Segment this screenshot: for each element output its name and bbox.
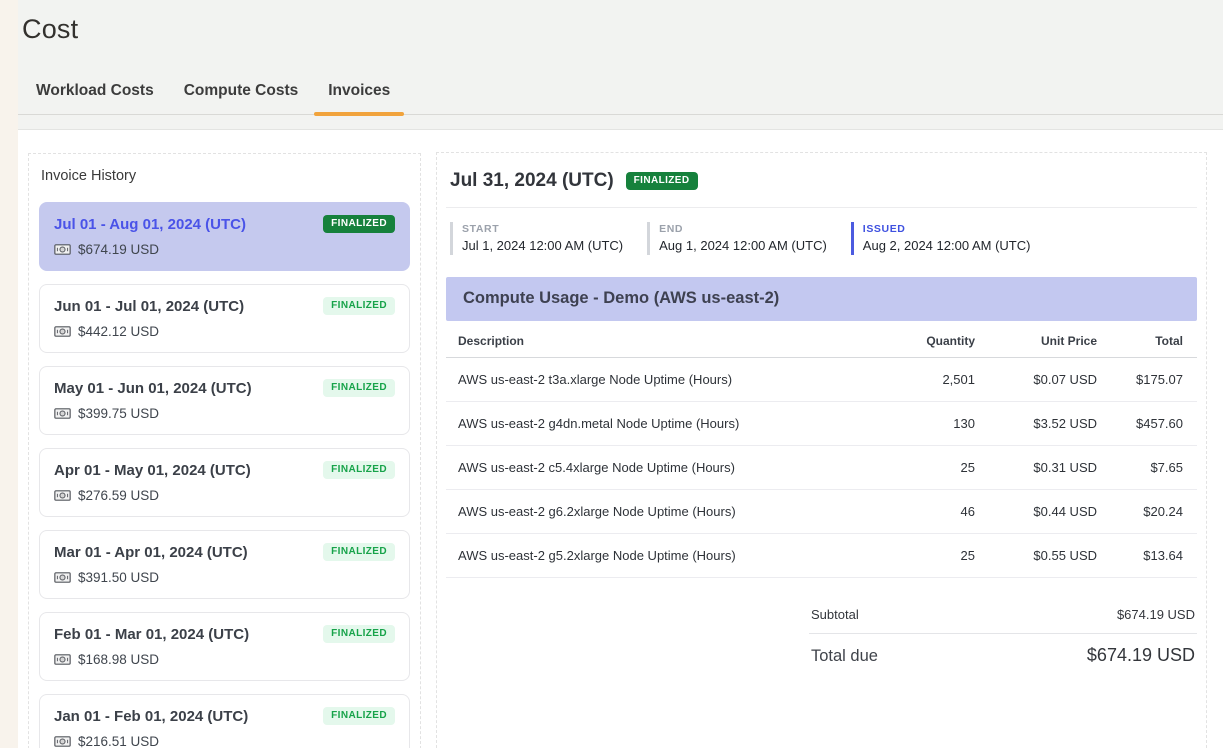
banknote-icon [54, 571, 71, 584]
invoice-detail-title: Jul 31, 2024 (UTC) [450, 170, 614, 192]
invoice-period: Feb 01 - Mar 01, 2024 (UTC) [54, 626, 249, 643]
cell-quantity: 25 [851, 446, 979, 490]
cell-quantity: 46 [851, 490, 979, 534]
invoice-period: Mar 01 - Apr 01, 2024 (UTC) [54, 544, 248, 561]
invoice-period: Jul 01 - Aug 01, 2024 (UTC) [54, 216, 246, 233]
totals-block: Subtotal $674.19 USD Total due $674.19 U… [809, 596, 1197, 677]
invoice-card-jan[interactable]: Jan 01 - Feb 01, 2024 (UTC) FINALIZED $2… [39, 694, 410, 748]
cell-total: $175.07 [1101, 358, 1197, 402]
status-badge: FINALIZED [626, 172, 698, 190]
subtotal-value: $674.19 USD [1117, 607, 1195, 622]
window-edge-strip [0, 0, 18, 748]
invoice-card-feb[interactable]: Feb 01 - Mar 01, 2024 (UTC) FINALIZED $1… [39, 612, 410, 681]
cell-description: AWS us-east-2 t3a.xlarge Node Uptime (Ho… [446, 358, 851, 402]
invoice-history-panel: Invoice History Jul 01 - Aug 01, 2024 (U… [28, 153, 421, 748]
banknote-icon [54, 489, 71, 502]
invoice-history-title: Invoice History [41, 168, 410, 184]
meta-start-value: Jul 1, 2024 12:00 AM (UTC) [462, 238, 623, 253]
page-title: Cost [22, 14, 78, 45]
invoice-amount: $391.50 USD [78, 570, 159, 585]
table-row: AWS us-east-2 g6.2xlarge Node Uptime (Ho… [446, 490, 1197, 534]
col-quantity: Quantity [851, 321, 979, 358]
invoice-card-mar[interactable]: Mar 01 - Apr 01, 2024 (UTC) FINALIZED $3… [39, 530, 410, 599]
invoice-amount: $674.19 USD [78, 242, 159, 257]
invoice-amount: $399.75 USD [78, 406, 159, 421]
tab-workload-costs[interactable]: Workload Costs [22, 82, 168, 114]
banknote-icon [54, 407, 71, 420]
col-unit-price: Unit Price [979, 321, 1101, 358]
invoice-card-jun[interactable]: Jun 01 - Jul 01, 2024 (UTC) FINALIZED $4… [39, 284, 410, 353]
invoice-detail-panel: Jul 31, 2024 (UTC) FINALIZED START Jul 1… [436, 152, 1207, 748]
invoices-content: Invoice History Jul 01 - Aug 01, 2024 (U… [18, 131, 1223, 748]
subtotal-label: Subtotal [811, 607, 859, 622]
compute-usage-section-header: Compute Usage - Demo (AWS us-east-2) [446, 277, 1197, 321]
invoice-amount: $442.12 USD [78, 324, 159, 339]
cell-unit-price: $3.52 USD [979, 402, 1101, 446]
invoice-amount: $216.51 USD [78, 734, 159, 748]
usage-table-header-row: Description Quantity Unit Price Total [446, 321, 1197, 358]
cell-quantity: 25 [851, 534, 979, 578]
status-badge: FINALIZED [323, 461, 395, 479]
invoice-meta-row: START Jul 1, 2024 12:00 AM (UTC) END Aug… [446, 208, 1197, 255]
invoice-period: May 01 - Jun 01, 2024 (UTC) [54, 380, 252, 397]
cell-description: AWS us-east-2 g4dn.metal Node Uptime (Ho… [446, 402, 851, 446]
cell-quantity: 130 [851, 402, 979, 446]
cell-unit-price: $0.44 USD [979, 490, 1101, 534]
cell-total: $457.60 [1101, 402, 1197, 446]
invoice-period: Apr 01 - May 01, 2024 (UTC) [54, 462, 251, 479]
status-badge: FINALIZED [323, 707, 395, 725]
invoice-card-may[interactable]: May 01 - Jun 01, 2024 (UTC) FINALIZED $3… [39, 366, 410, 435]
status-badge: FINALIZED [323, 215, 395, 233]
status-badge: FINALIZED [323, 625, 395, 643]
col-description: Description [446, 321, 851, 358]
total-due-value: $674.19 USD [1087, 645, 1195, 666]
tab-compute-costs[interactable]: Compute Costs [170, 82, 313, 114]
invoice-card-apr[interactable]: Apr 01 - May 01, 2024 (UTC) FINALIZED $2… [39, 448, 410, 517]
usage-table: Description Quantity Unit Price Total AW… [446, 321, 1197, 578]
status-badge: FINALIZED [323, 297, 395, 315]
cell-quantity: 2,501 [851, 358, 979, 402]
cost-tab-bar: Workload Costs Compute Costs Invoices [22, 82, 406, 114]
tab-bar-divider [18, 114, 1223, 115]
invoice-card-jul[interactable]: Jul 01 - Aug 01, 2024 (UTC) FINALIZED $6… [39, 202, 410, 271]
meta-issued: ISSUED Aug 2, 2024 12:00 AM (UTC) [851, 222, 1045, 255]
status-badge: FINALIZED [323, 379, 395, 397]
banknote-icon [54, 735, 71, 748]
cell-description: AWS us-east-2 g6.2xlarge Node Uptime (Ho… [446, 490, 851, 534]
meta-start: START Jul 1, 2024 12:00 AM (UTC) [450, 222, 637, 255]
cell-description: AWS us-east-2 c5.4xlarge Node Uptime (Ho… [446, 446, 851, 490]
cell-total: $13.64 [1101, 534, 1197, 578]
invoice-amount: $168.98 USD [78, 652, 159, 667]
invoice-period: Jan 01 - Feb 01, 2024 (UTC) [54, 708, 248, 725]
meta-issued-label: ISSUED [863, 223, 1031, 235]
invoice-period: Jun 01 - Jul 01, 2024 (UTC) [54, 298, 244, 315]
cell-total: $20.24 [1101, 490, 1197, 534]
banknote-icon [54, 653, 71, 666]
col-total: Total [1101, 321, 1197, 358]
banknote-icon [54, 325, 71, 338]
meta-end: END Aug 1, 2024 12:00 AM (UTC) [647, 222, 841, 255]
table-row: AWS us-east-2 g4dn.metal Node Uptime (Ho… [446, 402, 1197, 446]
meta-end-label: END [659, 223, 827, 235]
table-row: AWS us-east-2 g5.2xlarge Node Uptime (Ho… [446, 534, 1197, 578]
status-badge: FINALIZED [323, 543, 395, 561]
meta-issued-value: Aug 2, 2024 12:00 AM (UTC) [863, 238, 1031, 253]
meta-start-label: START [462, 223, 623, 235]
table-row: AWS us-east-2 c5.4xlarge Node Uptime (Ho… [446, 446, 1197, 490]
banknote-icon [54, 243, 71, 256]
cell-description: AWS us-east-2 g5.2xlarge Node Uptime (Ho… [446, 534, 851, 578]
table-row: AWS us-east-2 t3a.xlarge Node Uptime (Ho… [446, 358, 1197, 402]
cell-unit-price: $0.31 USD [979, 446, 1101, 490]
cell-unit-price: $0.55 USD [979, 534, 1101, 578]
tab-invoices[interactable]: Invoices [314, 82, 404, 114]
total-due-label: Total due [811, 647, 878, 666]
cell-unit-price: $0.07 USD [979, 358, 1101, 402]
cell-total: $7.65 [1101, 446, 1197, 490]
invoice-amount: $276.59 USD [78, 488, 159, 503]
meta-end-value: Aug 1, 2024 12:00 AM (UTC) [659, 238, 827, 253]
